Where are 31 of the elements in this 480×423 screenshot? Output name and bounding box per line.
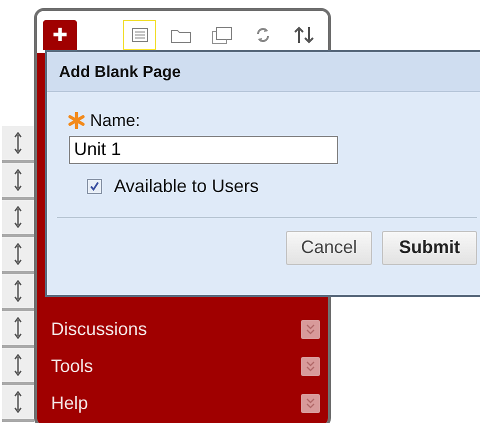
chevron-button[interactable] [301,320,320,339]
name-label: Name: [90,110,140,132]
menu-item[interactable]: Tools [51,353,94,380]
chevron-button[interactable] [301,394,320,413]
list-icon [132,28,148,42]
drag-handle-icon [14,132,22,154]
folder-icon [170,28,190,42]
sort-icon [294,26,314,44]
submit-button[interactable]: Submit [382,230,477,264]
cancel-button[interactable]: Cancel [286,230,372,264]
menu-item[interactable]: Discussions [51,316,148,343]
drag-handle-icon [14,354,22,376]
drag-handle-icon [14,280,22,302]
chevron-icon [305,324,316,335]
add-button[interactable]: ✚ [43,20,77,50]
chevron-icon [305,398,316,409]
drag-handle-icon [14,169,22,191]
refresh-icon [256,27,270,43]
drag-handle-icon [14,243,22,265]
chevron-icon [305,361,316,372]
drag-handle-icon [14,391,22,413]
drag-handle-icon [14,206,22,228]
dialog-title: Add Blank Page [59,64,181,81]
list-button[interactable] [123,20,156,50]
drag-handle-icon [14,317,22,339]
name-input-field[interactable]: Unit 1 [69,136,338,164]
checkbox[interactable] [87,178,102,194]
menu-item[interactable]: Help [51,390,88,417]
checkbox-label: Available to Users [114,174,259,198]
chevron-button[interactable] [301,357,320,376]
windows-icon [212,26,232,44]
